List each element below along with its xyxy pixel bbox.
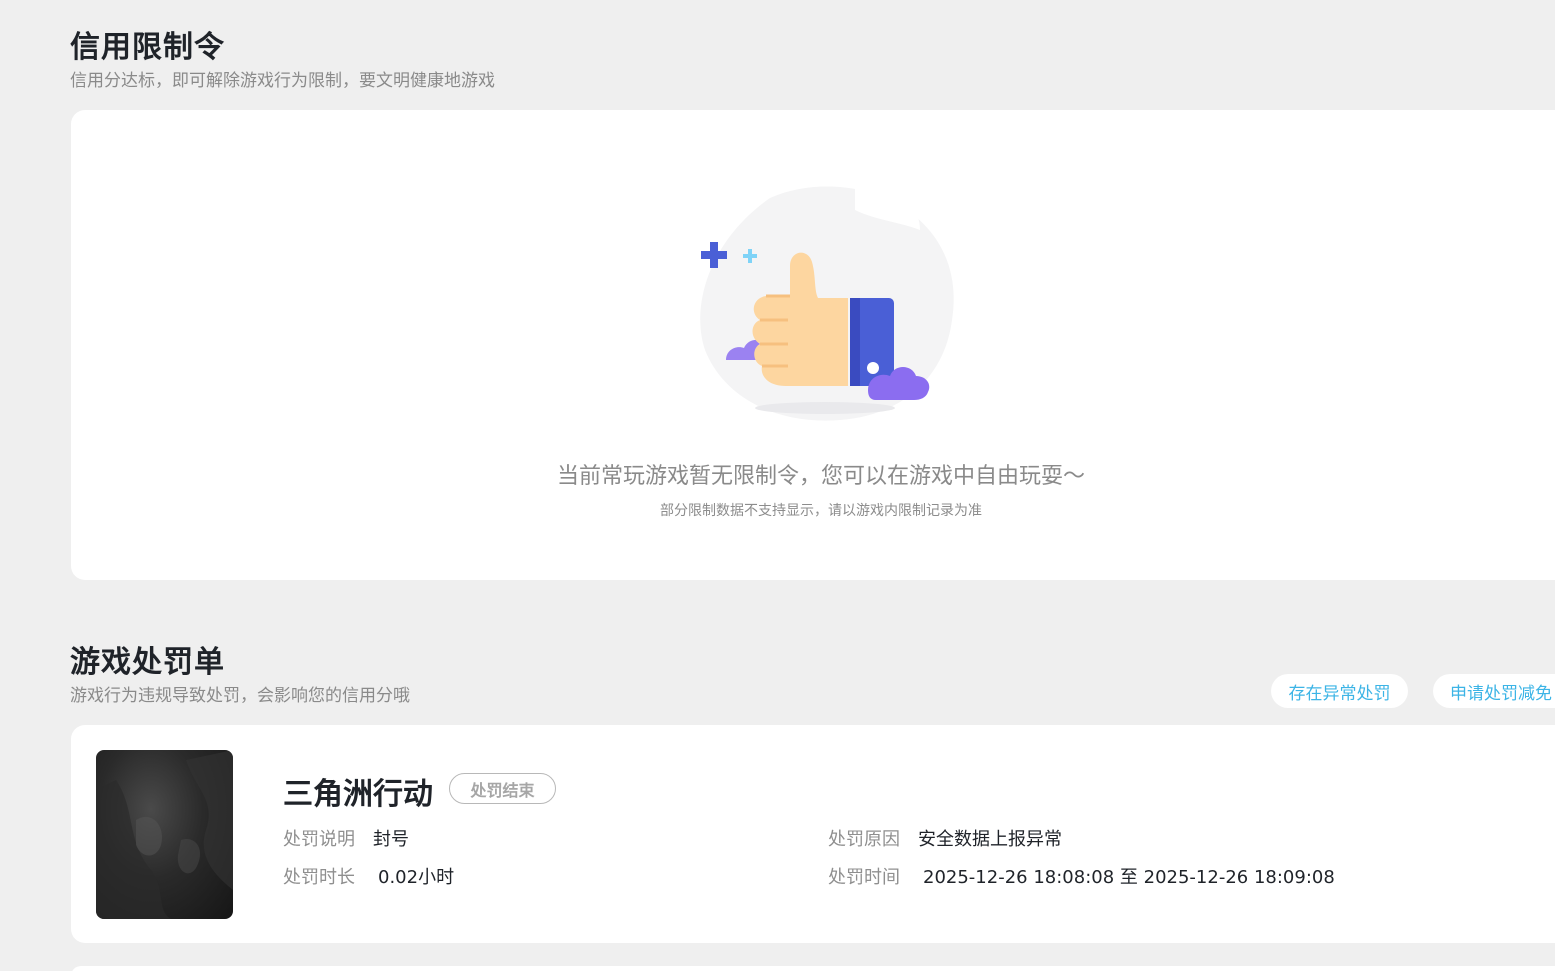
status-badge: 处罚结束 (449, 773, 556, 804)
cover-foliage-icon (96, 750, 233, 919)
credit-section-subtitle: 信用分达标，即可解除游戏行为限制，要文明健康地游戏 (70, 71, 495, 91)
penalty-reason-label: 处罚原因 (828, 829, 900, 850)
penalty-reason-value: 安全数据上报异常 (918, 829, 1062, 850)
credit-empty-card: 当前常玩游戏暂无限制令，您可以在游戏中自由玩耍～ 部分限制数据不支持显示，请以游… (71, 110, 1555, 580)
empty-state-note: 部分限制数据不支持显示，请以游戏内限制记录为准 (660, 503, 982, 519)
empty-state-message: 当前常玩游戏暂无限制令，您可以在游戏中自由玩耍～ (556, 464, 1085, 489)
game-cover-image (96, 750, 233, 919)
penalty-duration-label: 处罚时长 (283, 867, 355, 888)
penalty-desc-value: 封号 (373, 829, 409, 850)
apply-penalty-relief-button[interactable]: 申请处罚减免 (1433, 674, 1555, 708)
penalty-section-subtitle: 游戏行为违规导致处罚，会影响您的信用分哦 (70, 686, 410, 706)
penalty-duration-value: 0.02小时 (378, 867, 455, 888)
page: 信用限制令 信用分达标，即可解除游戏行为限制，要文明健康地游戏 当前常玩游戏暂无… (0, 0, 1555, 971)
penalty-record-card: 三角洲行动 处罚结束 处罚说明 封号 处罚时长 0.02小时 处罚原因 安全数据… (71, 725, 1555, 943)
penalty-desc-label: 处罚说明 (283, 829, 355, 850)
penalty-time-value: 2025-12-26 18:08:08 至 2025-12-26 18:09:0… (923, 867, 1335, 888)
game-name: 三角洲行动 (283, 777, 433, 812)
credit-section-title: 信用限制令 (70, 30, 225, 65)
penalty-section-title: 游戏处罚单 (70, 645, 225, 680)
abnormal-penalty-button[interactable]: 存在异常处罚 (1271, 674, 1408, 708)
penalty-time-label: 处罚时间 (828, 867, 900, 888)
thumbs-up-illustration (700, 186, 954, 421)
next-record-card (71, 966, 1555, 971)
